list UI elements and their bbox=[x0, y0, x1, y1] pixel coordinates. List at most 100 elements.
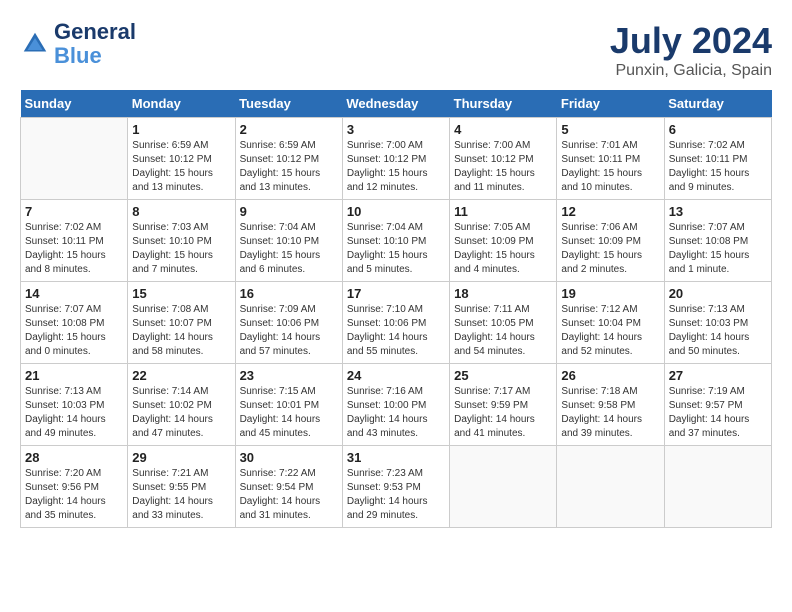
day-number: 2 bbox=[240, 122, 338, 137]
calendar-cell: 27 Sunrise: 7:19 AMSunset: 9:57 PMDayligh… bbox=[664, 364, 771, 446]
day-number: 10 bbox=[347, 204, 445, 219]
day-info: Sunrise: 7:14 AMSunset: 10:02 PMDaylight… bbox=[132, 385, 230, 441]
day-info: Sunrise: 7:15 AMSunset: 10:01 PMDaylight… bbox=[240, 385, 338, 441]
calendar-body: 1Sunrise: 6:59 AMSunset: 10:12 PMDayligh… bbox=[21, 118, 772, 528]
day-number: 15 bbox=[132, 286, 230, 301]
day-info: Sunrise: 7:05 AMSunset: 10:09 PMDaylight… bbox=[454, 221, 552, 277]
weekday-header-friday: Friday bbox=[557, 90, 664, 118]
calendar-cell: 22Sunrise: 7:14 AMSunset: 10:02 PMDaylig… bbox=[128, 364, 235, 446]
logo: General Blue bbox=[20, 20, 136, 68]
day-info: Sunrise: 7:01 AMSunset: 10:11 PMDaylight… bbox=[561, 139, 659, 195]
day-info: Sunrise: 7:00 AMSunset: 10:12 PMDaylight… bbox=[347, 139, 445, 195]
calendar-cell: 21Sunrise: 7:13 AMSunset: 10:03 PMDaylig… bbox=[21, 364, 128, 446]
weekday-header-thursday: Thursday bbox=[450, 90, 557, 118]
day-info: Sunrise: 7:22 AMSunset: 9:54 PMDaylight:… bbox=[240, 467, 338, 523]
day-info: Sunrise: 7:17 AMSunset: 9:59 PMDaylight:… bbox=[454, 385, 552, 441]
calendar-cell: 5 Sunrise: 7:01 AMSunset: 10:11 PMDayligh… bbox=[557, 118, 664, 200]
day-number: 27 bbox=[669, 368, 767, 383]
day-info: Sunrise: 7:11 AMSunset: 10:05 PMDaylight… bbox=[454, 303, 552, 359]
weekday-header-sunday: Sunday bbox=[21, 90, 128, 118]
calendar-cell: 2 Sunrise: 6:59 AMSunset: 10:12 PMDayligh… bbox=[235, 118, 342, 200]
day-number: 18 bbox=[454, 286, 552, 301]
day-number: 19 bbox=[561, 286, 659, 301]
day-number: 25 bbox=[454, 368, 552, 383]
day-info: Sunrise: 7:16 AMSunset: 10:00 PMDaylight… bbox=[347, 385, 445, 441]
day-number: 16 bbox=[240, 286, 338, 301]
day-number: 8 bbox=[132, 204, 230, 219]
day-number: 31 bbox=[347, 450, 445, 465]
calendar-cell: 12Sunrise: 7:06 AMSunset: 10:09 PMDaylig… bbox=[557, 200, 664, 282]
day-number: 29 bbox=[132, 450, 230, 465]
day-info: Sunrise: 7:23 AMSunset: 9:53 PMDaylight:… bbox=[347, 467, 445, 523]
day-info: Sunrise: 7:20 AMSunset: 9:56 PMDaylight:… bbox=[25, 467, 123, 523]
weekday-header-row: SundayMondayTuesdayWednesdayThursdayFrid… bbox=[21, 90, 772, 118]
day-number: 23 bbox=[240, 368, 338, 383]
day-number: 9 bbox=[240, 204, 338, 219]
day-info: Sunrise: 7:13 AMSunset: 10:03 PMDaylight… bbox=[25, 385, 123, 441]
calendar-cell: 30 Sunrise: 7:22 AMSunset: 9:54 PMDayligh… bbox=[235, 446, 342, 528]
day-info: Sunrise: 7:08 AMSunset: 10:07 PMDaylight… bbox=[132, 303, 230, 359]
weekday-header-wednesday: Wednesday bbox=[342, 90, 449, 118]
calendar-cell: 15 Sunrise: 7:08 AMSunset: 10:07 PMDaylig… bbox=[128, 282, 235, 364]
day-info: Sunrise: 7:19 AMSunset: 9:57 PMDaylight:… bbox=[669, 385, 767, 441]
day-number: 20 bbox=[669, 286, 767, 301]
week-row-1: 7 Sunrise: 7:02 AMSunset: 10:11 PMDayligh… bbox=[21, 200, 772, 282]
day-info: Sunrise: 7:12 AMSunset: 10:04 PMDaylight… bbox=[561, 303, 659, 359]
day-info: Sunrise: 7:21 AMSunset: 9:55 PMDaylight:… bbox=[132, 467, 230, 523]
day-number: 30 bbox=[240, 450, 338, 465]
calendar-cell: 10 Sunrise: 7:04 AMSunset: 10:10 PMDaylig… bbox=[342, 200, 449, 282]
weekday-header-tuesday: Tuesday bbox=[235, 90, 342, 118]
day-info: Sunrise: 7:18 AMSunset: 9:58 PMDaylight:… bbox=[561, 385, 659, 441]
calendar-cell: 8Sunrise: 7:03 AMSunset: 10:10 PMDayligh… bbox=[128, 200, 235, 282]
week-row-0: 1Sunrise: 6:59 AMSunset: 10:12 PMDayligh… bbox=[21, 118, 772, 200]
day-info: Sunrise: 6:59 AMSunset: 10:12 PMDaylight… bbox=[132, 139, 230, 195]
day-number: 13 bbox=[669, 204, 767, 219]
calendar-cell bbox=[450, 446, 557, 528]
calendar-cell: 28Sunrise: 7:20 AMSunset: 9:56 PMDayligh… bbox=[21, 446, 128, 528]
calendar-cell: 26Sunrise: 7:18 AMSunset: 9:58 PMDayligh… bbox=[557, 364, 664, 446]
title-area: July 2024 Punxin, Galicia, Spain bbox=[610, 20, 772, 80]
calendar-cell: 18 Sunrise: 7:11 AMSunset: 10:05 PMDaylig… bbox=[450, 282, 557, 364]
day-info: Sunrise: 7:10 AMSunset: 10:06 PMDaylight… bbox=[347, 303, 445, 359]
calendar-cell: 11Sunrise: 7:05 AMSunset: 10:09 PMDaylig… bbox=[450, 200, 557, 282]
day-info: Sunrise: 7:09 AMSunset: 10:06 PMDaylight… bbox=[240, 303, 338, 359]
day-info: Sunrise: 7:13 AMSunset: 10:03 PMDaylight… bbox=[669, 303, 767, 359]
calendar-cell: 16 Sunrise: 7:09 AMSunset: 10:06 PMDaylig… bbox=[235, 282, 342, 364]
calendar-cell: 13Sunrise: 7:07 AMSunset: 10:08 PMDaylig… bbox=[664, 200, 771, 282]
logo-text: General Blue bbox=[54, 20, 136, 68]
calendar-cell: 20 Sunrise: 7:13 AMSunset: 10:03 PMDaylig… bbox=[664, 282, 771, 364]
calendar-cell: 6Sunrise: 7:02 AMSunset: 10:11 PMDayligh… bbox=[664, 118, 771, 200]
calendar-cell bbox=[557, 446, 664, 528]
calendar-cell: 25 Sunrise: 7:17 AMSunset: 9:59 PMDayligh… bbox=[450, 364, 557, 446]
day-info: Sunrise: 6:59 AMSunset: 10:12 PMDaylight… bbox=[240, 139, 338, 195]
week-row-3: 21Sunrise: 7:13 AMSunset: 10:03 PMDaylig… bbox=[21, 364, 772, 446]
day-number: 17 bbox=[347, 286, 445, 301]
location: Punxin, Galicia, Spain bbox=[610, 62, 772, 80]
weekday-header-monday: Monday bbox=[128, 90, 235, 118]
day-info: Sunrise: 7:00 AMSunset: 10:12 PMDaylight… bbox=[454, 139, 552, 195]
calendar-cell: 1Sunrise: 6:59 AMSunset: 10:12 PMDayligh… bbox=[128, 118, 235, 200]
day-number: 12 bbox=[561, 204, 659, 219]
logo-icon bbox=[20, 29, 50, 59]
day-number: 7 bbox=[25, 204, 123, 219]
calendar-cell bbox=[664, 446, 771, 528]
day-info: Sunrise: 7:04 AMSunset: 10:10 PMDaylight… bbox=[347, 221, 445, 277]
calendar-table: SundayMondayTuesdayWednesdayThursdayFrid… bbox=[20, 90, 772, 528]
day-number: 14 bbox=[25, 286, 123, 301]
calendar-cell: 19 Sunrise: 7:12 AMSunset: 10:04 PMDaylig… bbox=[557, 282, 664, 364]
calendar-cell: 4Sunrise: 7:00 AMSunset: 10:12 PMDayligh… bbox=[450, 118, 557, 200]
day-number: 3 bbox=[347, 122, 445, 137]
day-info: Sunrise: 7:02 AMSunset: 10:11 PMDaylight… bbox=[25, 221, 123, 277]
calendar-cell: 29 Sunrise: 7:21 AMSunset: 9:55 PMDayligh… bbox=[128, 446, 235, 528]
day-info: Sunrise: 7:02 AMSunset: 10:11 PMDaylight… bbox=[669, 139, 767, 195]
day-info: Sunrise: 7:07 AMSunset: 10:08 PMDaylight… bbox=[25, 303, 123, 359]
calendar-cell: 17 Sunrise: 7:10 AMSunset: 10:06 PMDaylig… bbox=[342, 282, 449, 364]
logo-line2: Blue bbox=[54, 44, 136, 68]
calendar-cell: 24Sunrise: 7:16 AMSunset: 10:00 PMDaylig… bbox=[342, 364, 449, 446]
week-row-2: 14 Sunrise: 7:07 AMSunset: 10:08 PMDaylig… bbox=[21, 282, 772, 364]
calendar-cell: 3 Sunrise: 7:00 AMSunset: 10:12 PMDayligh… bbox=[342, 118, 449, 200]
day-number: 5 bbox=[561, 122, 659, 137]
logo-line1: General bbox=[54, 20, 136, 44]
calendar-cell bbox=[21, 118, 128, 200]
weekday-header-saturday: Saturday bbox=[664, 90, 771, 118]
